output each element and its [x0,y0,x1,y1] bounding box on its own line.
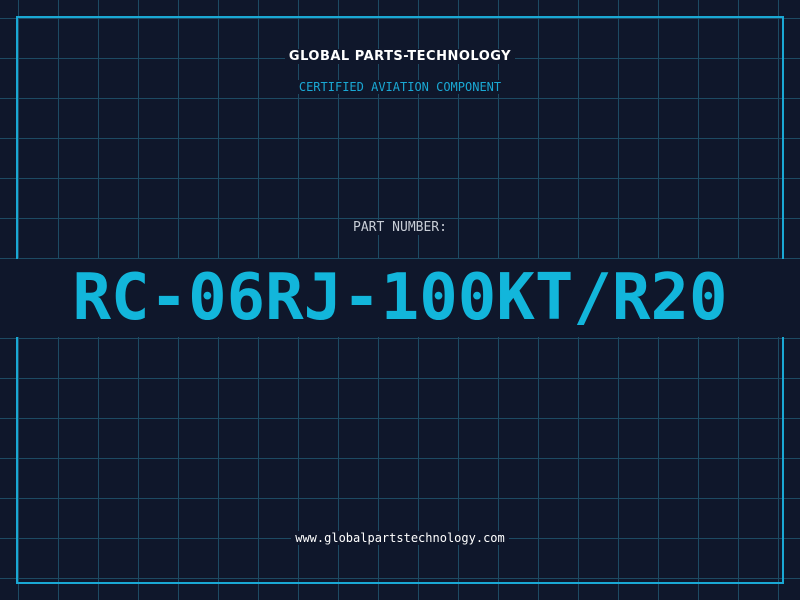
website-url: www.globalpartstechnology.com [0,531,800,545]
company-name-text: GLOBAL PARTS-TECHNOLOGY [284,49,516,64]
part-number-value: RC-06RJ-100KT/R20 [72,261,728,335]
part-number-label: PART NUMBER: [0,220,800,235]
certification-subtitle: CERTIFIED AVIATION COMPONENT [0,80,800,94]
part-number-label-text: PART NUMBER: [349,220,451,235]
website-url-text: www.globalpartstechnology.com [291,531,509,545]
company-name: GLOBAL PARTS-TECHNOLOGY [0,49,800,64]
certification-subtitle-text: CERTIFIED AVIATION COMPONENT [294,80,506,94]
